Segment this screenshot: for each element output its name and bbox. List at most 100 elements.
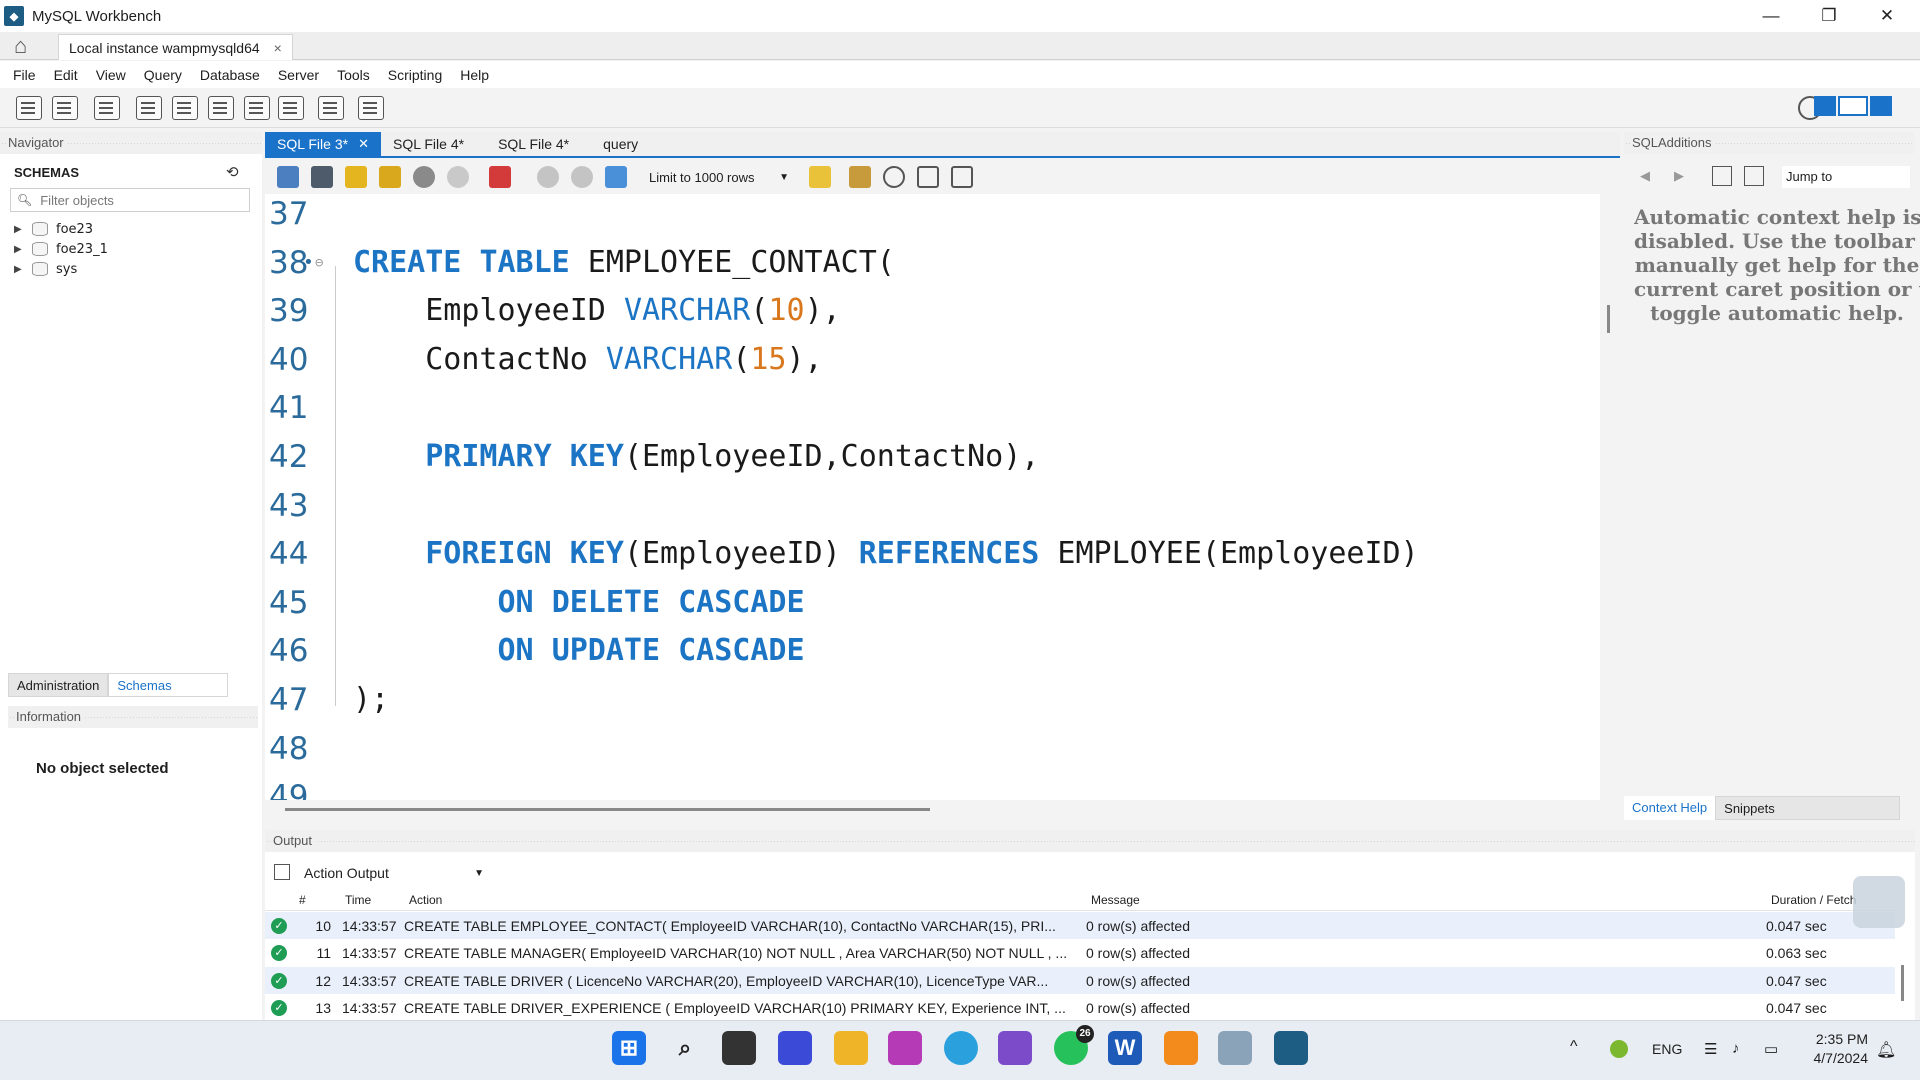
menu-database[interactable]: Database [191,67,269,83]
tab-schemas[interactable]: Schemas [108,673,229,697]
instance-tab[interactable]: Local instance wampmysqld64 × [58,34,293,60]
close-button[interactable]: ✕ [1858,0,1916,32]
limit-rows-select[interactable]: Limit to 1000 rows ▼ [645,166,795,188]
execute-current-icon[interactable] [379,166,401,188]
toggle-output-icon[interactable] [1838,96,1868,116]
create-function-icon[interactable] [278,96,304,120]
fold-toggle-icon[interactable]: ⊖ [315,239,323,287]
tab-context-help[interactable]: Context Help [1624,796,1716,820]
expand-arrow-icon[interactable]: ▶ [14,264,32,275]
word-wrap-icon[interactable] [951,166,973,188]
expand-arrow-icon[interactable]: ▶ [14,224,32,235]
sql-editor[interactable]: 37 38 • ⊖ CREATE TABLE EMPLOYEE_CONTACT(39 E… [265,194,1600,800]
schema-item-sys[interactable]: ▶ sys [14,259,77,279]
menu-file[interactable]: File [4,67,45,83]
tray-app-icon[interactable] [1610,1040,1628,1058]
jump-to-select[interactable]: Jump to [1782,166,1910,188]
vertical-scrollbar[interactable] [1607,305,1610,333]
execute-icon[interactable] [345,166,367,188]
menu-server[interactable]: Server [269,67,328,83]
whatsapp-icon[interactable]: 26 [1054,1025,1094,1065]
expand-arrow-icon[interactable]: ▶ [14,244,32,255]
file-explorer-icon[interactable] [834,1031,868,1065]
horizontal-scrollbar[interactable] [285,808,930,811]
create-procedure-icon[interactable] [244,96,270,120]
language-indicator[interactable]: ENG [1652,1041,1682,1057]
manual-help-icon[interactable] [1712,166,1732,186]
stop-on-error-icon[interactable] [489,166,511,188]
forward-icon[interactable]: ▶ [1674,168,1684,184]
create-table-icon[interactable] [172,96,198,120]
copy-icon[interactable] [274,864,290,880]
create-schema-icon[interactable] [136,96,162,120]
wifi-icon[interactable]: ☰ [1704,1040,1717,1058]
close-tab-icon[interactable]: × [274,40,282,56]
tab-administration[interactable]: Administration [8,673,109,697]
refresh-icon[interactable]: ⟲ [226,163,239,181]
tab-label: SQL File 3* [277,136,349,152]
search-icon[interactable]: ⌕ [668,1031,702,1065]
menu-view[interactable]: View [87,67,135,83]
auto-help-icon[interactable] [1744,166,1764,186]
create-view-icon[interactable] [208,96,234,120]
minimize-button[interactable]: — [1742,0,1800,32]
telegram-icon[interactable] [944,1031,978,1065]
restore-button[interactable]: ❐ [1800,0,1858,32]
mysql-workbench-icon[interactable] [1274,1031,1308,1065]
system-clock[interactable]: 2:35 PM 4/7/2024 [1814,1030,1869,1068]
reconnect-icon[interactable] [358,96,384,120]
beautify-icon[interactable] [849,166,871,188]
snipping-tool-icon[interactable] [888,1031,922,1065]
menu-query[interactable]: Query [135,67,191,83]
output-row[interactable]: ✓ 13 14:33:57 CREATE TABLE DRIVER_EXPERIENC… [265,995,1895,1022]
task-view-icon[interactable] [722,1031,756,1065]
home-icon[interactable]: ⌂ [14,35,42,57]
close-tab-icon[interactable]: ✕ [358,136,369,152]
schema-item-foe23-1[interactable]: ▶ foe23_1 [14,239,108,259]
open-file-icon[interactable] [277,166,299,188]
notification-bell-icon[interactable]: 🔔︎ [1876,1040,1896,1060]
battery-icon[interactable]: ▭ [1764,1040,1778,1058]
filter-objects-input[interactable]: 🔍︎ Filter objects [10,188,250,212]
visual-studio-icon[interactable] [998,1031,1032,1065]
new-sql-tab-icon[interactable] [16,96,42,120]
menu-tools[interactable]: Tools [328,67,379,83]
output-row[interactable]: ✓ 11 14:33:57 CREATE TABLE MANAGER( Employe… [265,940,1895,967]
find-icon[interactable] [883,166,905,188]
chevron-up-icon[interactable]: ^ [1570,1038,1578,1056]
output-type-select[interactable]: Action Output ▼ [300,862,488,884]
floating-assistant-icon[interactable] [1853,876,1905,928]
tab-query[interactable]: query [591,132,650,156]
output-row[interactable]: ✓ 12 14:33:57 CREATE TABLE DRIVER ( Licence… [265,967,1895,994]
invisible-chars-icon[interactable] [917,166,939,188]
schema-item-foe23[interactable]: ▶ foe23 [14,219,93,239]
output-row[interactable]: ✓ 10 14:33:57 CREATE TABLE EMPLOYEE_CONTACT… [265,912,1895,939]
app-icon[interactable] [778,1031,812,1065]
menu-help[interactable]: Help [451,67,498,83]
explain-icon[interactable] [413,166,435,188]
app-icon-2[interactable] [1218,1031,1252,1065]
menu-edit[interactable]: Edit [45,67,87,83]
windows-start-icon[interactable]: ⊞ [612,1031,646,1065]
tab-sql-file-4[interactable]: SQL File 4* [381,132,476,156]
inspector-icon[interactable] [94,96,120,120]
tab-sql-file-4-b[interactable]: SQL File 4* [486,132,581,156]
rollback-icon[interactable] [571,166,593,188]
toggle-sidebar-icon[interactable] [1814,96,1836,116]
back-icon[interactable]: ◀ [1640,168,1650,184]
save-icon[interactable] [311,166,333,188]
output-scrollbar[interactable] [1901,965,1904,1001]
word-icon[interactable]: W [1108,1031,1142,1065]
open-sql-script-icon[interactable] [52,96,78,120]
commit-icon[interactable] [537,166,559,188]
menu-scripting[interactable]: Scripting [379,67,451,83]
search-table-data-icon[interactable] [318,96,344,120]
autocommit-icon[interactable] [605,166,627,188]
tab-sql-file-3[interactable]: SQL File 3* ✕ [265,132,381,156]
stop-icon[interactable] [447,166,469,188]
add-snippet-icon[interactable] [809,166,831,188]
tab-snippets[interactable]: Snippets [1715,796,1901,820]
volume-icon[interactable]: ♪ [1732,1040,1740,1057]
vlc-icon[interactable] [1164,1031,1198,1065]
toggle-additions-icon[interactable] [1870,96,1892,116]
